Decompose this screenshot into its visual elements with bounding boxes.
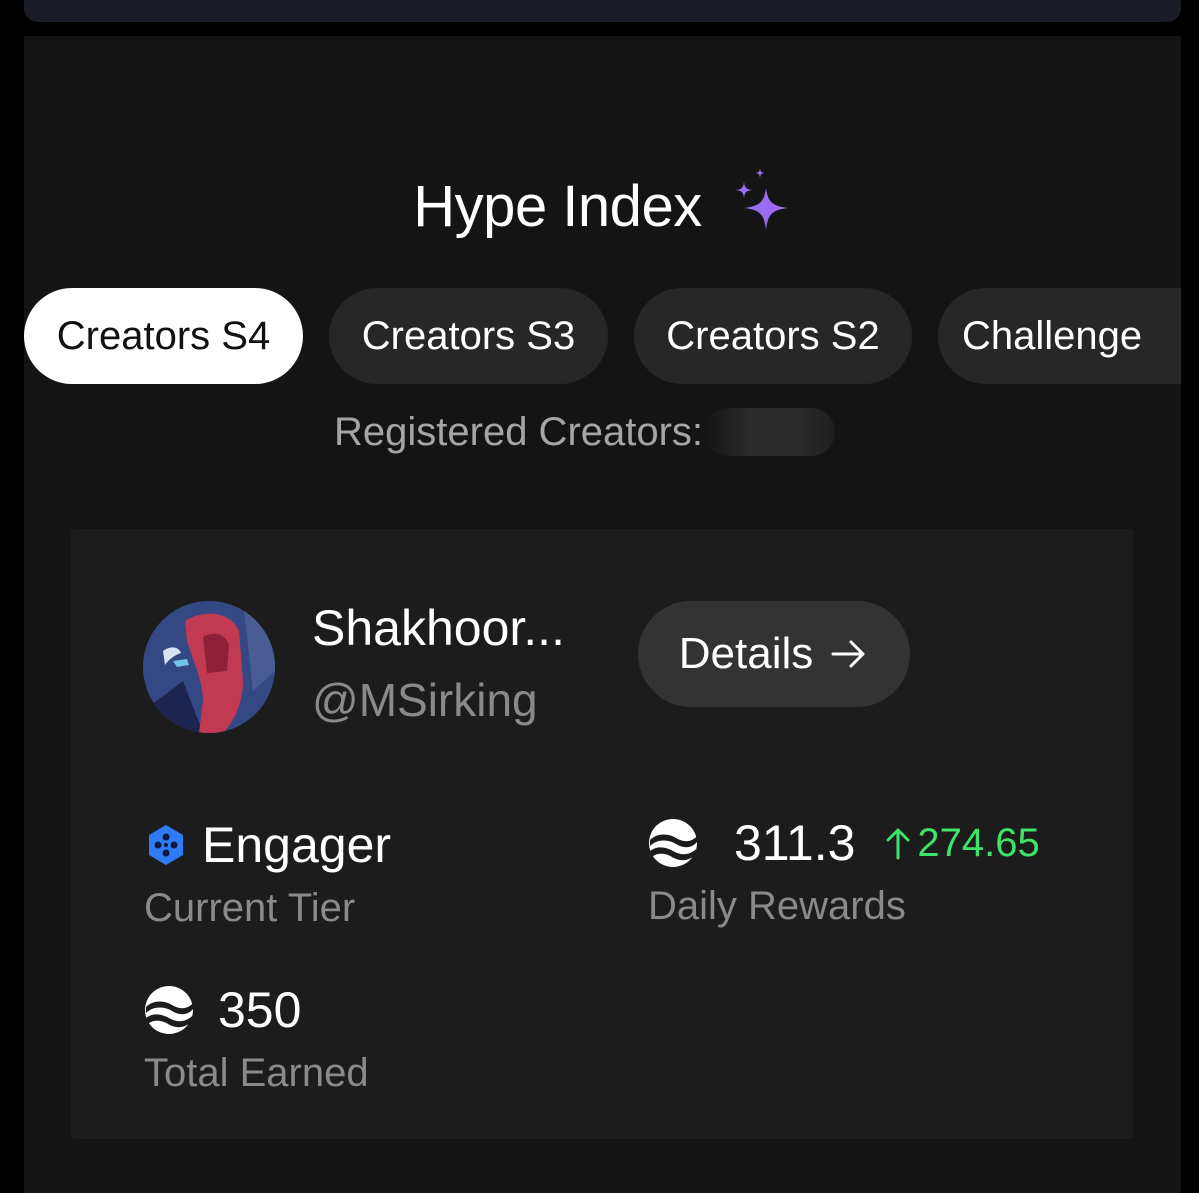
tab-creators-s3[interactable]: Creators S3: [329, 288, 608, 384]
total-earned-stat: 350 Total Earned: [144, 981, 369, 1096]
daily-change: 274.65: [885, 820, 1040, 866]
coin-icon: [649, 819, 697, 867]
daily-rewards-value: 311.3: [734, 815, 856, 871]
total-earned-label: Total Earned: [144, 1051, 369, 1095]
arrow-up-icon: [886, 828, 910, 860]
tier-label: Current Tier: [144, 886, 356, 930]
daily-rewards-label: Daily Rewards: [648, 884, 906, 928]
season-tabs: Creators S4 Creators S3 Creators S2 Chal…: [24, 288, 1181, 384]
tab-creators-s2[interactable]: Creators S2: [634, 288, 912, 384]
avatar: [143, 601, 275, 733]
title-row: Hype Index: [24, 166, 1181, 246]
sparkle-icon: [735, 168, 788, 230]
creator-handle: @MSirking: [312, 674, 538, 726]
daily-change-value: 274.65: [917, 820, 1040, 865]
tab-challenge[interactable]: Challenge: [938, 288, 1181, 384]
hexagon-badge-icon: [149, 825, 183, 865]
creator-name: Shakhoor...: [312, 600, 565, 656]
top-bar: [24, 0, 1181, 22]
tab-creators-s4[interactable]: Creators S4: [24, 288, 303, 384]
daily-rewards-stat: 311.3 274.65 Daily Rewards: [648, 814, 1040, 929]
registered-creators-count-blurred: [705, 408, 836, 456]
arrow-right-icon: [831, 640, 865, 668]
details-button-label: Details: [678, 629, 814, 678]
coin-icon: [145, 986, 193, 1034]
page-title: Hype Index: [413, 173, 702, 239]
registered-creators-label: Registered Creators:: [334, 409, 704, 454]
details-button[interactable]: Details: [638, 601, 910, 707]
avatar-image: [143, 601, 275, 733]
creator-card: Shakhoor... @MSirking Details Engager Cu…: [71, 529, 1133, 1139]
total-earned-value: 350: [218, 982, 302, 1038]
hype-index-panel: Hype Index Creators S4 Creators S3 Creat…: [24, 36, 1181, 1193]
tier-stat: Engager Current Tier: [144, 816, 391, 931]
tier-value: Engager: [202, 817, 392, 873]
registered-creators: Registered Creators:: [334, 406, 836, 458]
